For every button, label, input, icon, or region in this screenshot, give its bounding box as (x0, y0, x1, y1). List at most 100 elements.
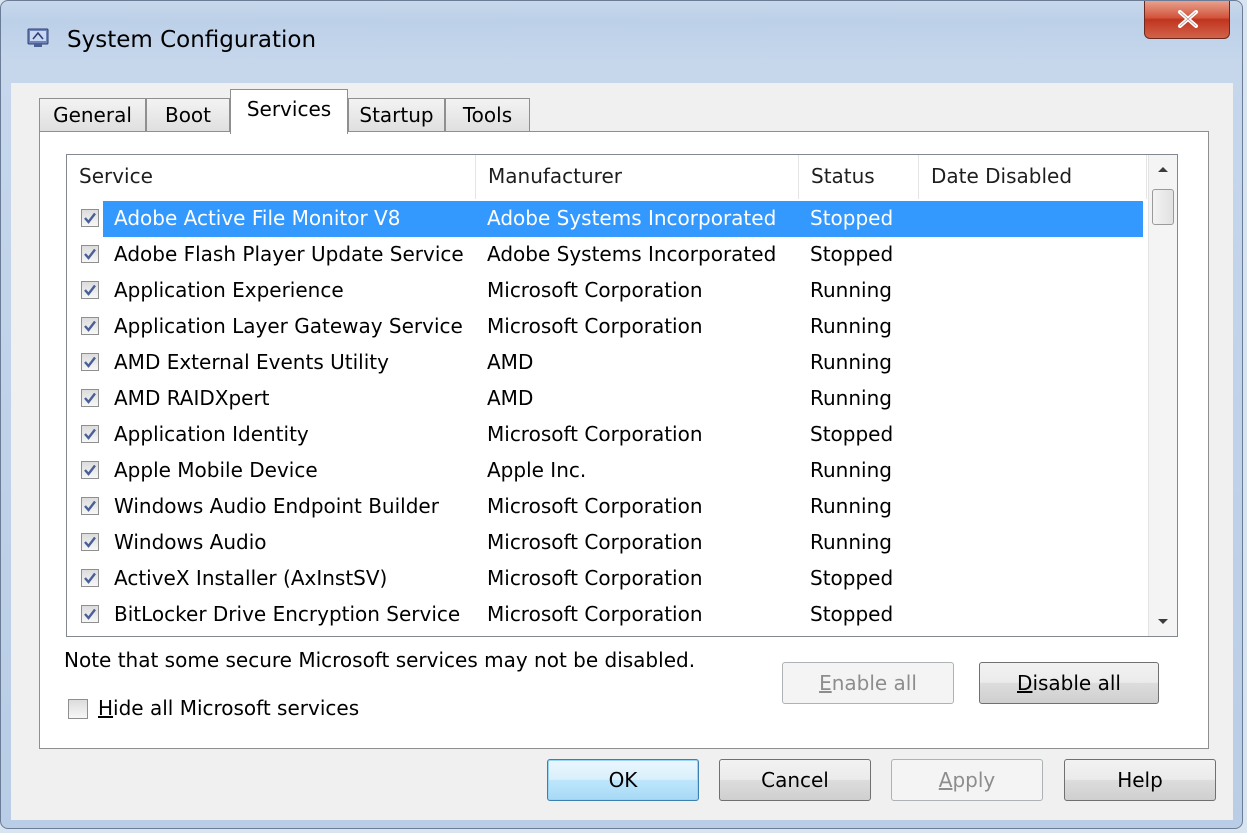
tab-general[interactable]: General (39, 98, 146, 132)
system-configuration-window: System Configuration General Boot Servic… (0, 0, 1243, 829)
table-row[interactable]: Windows Audio Microsoft Corporation Runnin… (67, 525, 1150, 561)
column-header-service[interactable]: Service (67, 155, 476, 199)
column-header-status[interactable]: Status (799, 155, 919, 199)
checkmark-icon (84, 356, 96, 368)
service-checkbox[interactable] (81, 533, 99, 551)
service-checkbox[interactable] (81, 605, 99, 623)
service-manufacturer: Adobe Systems Incorporated (487, 242, 777, 266)
checkmark-icon (84, 248, 96, 260)
service-manufacturer: Microsoft Corporation (487, 494, 703, 518)
service-manufacturer: AMD (487, 350, 534, 374)
checkmark-icon (84, 392, 96, 404)
cancel-button[interactable]: Cancel (719, 759, 871, 801)
table-row[interactable]: Application Layer Gateway Service Microso… (67, 309, 1150, 345)
apply-button[interactable]: Apply (891, 759, 1043, 801)
service-checkbox[interactable] (81, 317, 99, 335)
tab-services[interactable]: Services (230, 89, 348, 134)
service-checkbox[interactable] (81, 353, 99, 371)
service-status: Running (810, 350, 892, 374)
checkmark-icon (84, 572, 96, 584)
service-manufacturer: Adobe Systems Incorporated (487, 206, 777, 230)
table-row[interactable]: ActiveX Installer (AxInstSV) Microsoft Co… (67, 561, 1150, 597)
service-checkbox[interactable] (81, 281, 99, 299)
table-row[interactable]: BitLocker Drive Encryption Service Micros… (67, 597, 1150, 633)
table-row[interactable]: Application Experience Microsoft Corporat… (67, 273, 1150, 309)
tab-startup[interactable]: Startup (348, 98, 445, 132)
service-name: Application Identity (114, 422, 309, 446)
services-list[interactable]: Service Manufacturer Status Date Disable… (66, 154, 1178, 637)
service-manufacturer: Microsoft Corporation (487, 278, 703, 302)
hide-ms-label: Hide all Microsoft services (98, 696, 360, 720)
service-name: AMD External Events Utility (114, 350, 389, 374)
ok-button[interactable]: OK (547, 759, 699, 801)
disable-all-button[interactable]: Disable all (979, 662, 1159, 704)
service-manufacturer: Apple Inc. (487, 458, 587, 482)
service-manufacturer: Microsoft Corporation (487, 566, 703, 590)
table-row[interactable]: Adobe Flash Player Update Service Adobe S… (67, 237, 1150, 273)
column-header-date-disabled[interactable]: Date Disabled (919, 155, 1147, 199)
service-checkbox[interactable] (81, 461, 99, 479)
table-row[interactable]: Apple Mobile Device Apple Inc. Running (67, 453, 1150, 489)
vertical-scrollbar[interactable] (1148, 155, 1177, 636)
service-name: AMD RAIDXpert (114, 386, 270, 410)
service-status: Running (810, 278, 892, 302)
service-manufacturer: Microsoft Corporation (487, 530, 703, 554)
table-row[interactable]: Application Identity Microsoft Corporatio… (67, 417, 1150, 453)
service-checkbox[interactable] (81, 497, 99, 515)
service-manufacturer: Microsoft Corporation (487, 314, 703, 338)
service-status: Running (810, 458, 892, 482)
service-status: Stopped (810, 242, 894, 266)
table-row[interactable]: AMD External Events Utility AMD Running (67, 345, 1150, 381)
service-status: Running (810, 530, 892, 554)
checkmark-icon (84, 464, 96, 476)
service-manufacturer: Microsoft Corporation (487, 602, 703, 626)
service-status: Stopped (810, 422, 894, 446)
window-title: System Configuration (67, 27, 317, 53)
checkmark-icon (84, 428, 96, 440)
table-row[interactable]: Windows Audio Endpoint Builder Microsoft … (67, 489, 1150, 525)
system-config-icon (27, 27, 49, 49)
service-manufacturer: AMD (487, 386, 534, 410)
help-button[interactable]: Help (1064, 759, 1216, 801)
service-name: Windows Audio Endpoint Builder (114, 494, 439, 518)
scroll-down-button[interactable] (1149, 606, 1177, 636)
tab-boot[interactable]: Boot (146, 98, 230, 132)
service-name: Windows Audio (114, 530, 267, 554)
note-text: Note that some secure Microsoft services… (64, 648, 696, 672)
close-button[interactable] (1144, 1, 1230, 39)
service-status: Running (810, 386, 892, 410)
service-status: Stopped (810, 602, 894, 626)
checkmark-icon (84, 320, 96, 332)
service-status: Stopped (810, 566, 894, 590)
service-checkbox[interactable] (81, 389, 99, 407)
close-icon (1178, 10, 1198, 28)
service-status: Stopped (810, 206, 894, 230)
service-status: Running (810, 494, 892, 518)
scroll-up-button[interactable] (1149, 155, 1177, 185)
service-name: Application Layer Gateway Service (114, 314, 463, 338)
list-header: Service Manufacturer Status Date Disable… (67, 155, 1150, 199)
service-status: Running (810, 314, 892, 338)
title-bar[interactable]: System Configuration (1, 1, 1242, 83)
table-row[interactable]: AMD RAIDXpert AMD Running (67, 381, 1150, 417)
column-header-manufacturer[interactable]: Manufacturer (476, 155, 799, 199)
dialog-client-area: General Boot Services Startup Tools Serv… (11, 83, 1233, 820)
service-name: Adobe Active File Monitor V8 (114, 206, 401, 230)
table-row[interactable]: Adobe Active File Monitor V8 Adobe System… (67, 201, 1150, 237)
service-name: Adobe Flash Player Update Service (114, 242, 464, 266)
hide-ms-checkbox-box[interactable] (68, 699, 88, 719)
scroll-thumb[interactable] (1152, 189, 1174, 225)
tab-tools[interactable]: Tools (445, 98, 530, 132)
scroll-down-arrow-icon (1158, 619, 1168, 624)
service-checkbox[interactable] (81, 245, 99, 263)
service-name: Application Experience (114, 278, 344, 302)
enable-all-button[interactable]: Enable all (782, 662, 954, 704)
service-checkbox[interactable] (81, 209, 99, 227)
service-name: ActiveX Installer (AxInstSV) (114, 566, 388, 590)
service-manufacturer: Microsoft Corporation (487, 422, 703, 446)
checkmark-icon (84, 500, 96, 512)
service-name: Apple Mobile Device (114, 458, 318, 482)
service-checkbox[interactable] (81, 425, 99, 443)
scroll-up-arrow-icon (1158, 167, 1168, 172)
service-checkbox[interactable] (81, 569, 99, 587)
